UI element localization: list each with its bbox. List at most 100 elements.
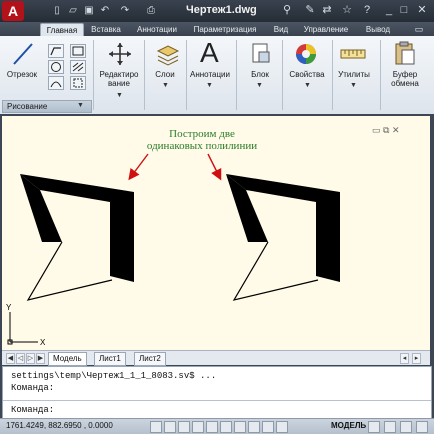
circle-tool-icon[interactable] [48, 60, 64, 74]
first-tab-icon[interactable]: ◀ [6, 353, 15, 364]
command-line[interactable]: settings\temp\Чертеж1_1_1_8083.sv$ ... К… [2, 366, 432, 420]
osnap-toggle-icon[interactable] [206, 421, 218, 433]
properties-color-wheel-icon[interactable] [294, 42, 318, 66]
line-tool-label[interactable]: Отрезок [4, 70, 40, 79]
properties-label[interactable]: Свойства [286, 70, 328, 79]
ribbon-panel: Отрезок Рисование ▼ Редактиро вание ▼ Сл… [0, 36, 434, 115]
rectangle-tool-icon[interactable] [70, 44, 86, 58]
tab-sheet2[interactable]: Лист2 [134, 352, 166, 366]
annotations-label[interactable]: Аннотации [188, 70, 232, 79]
polyline-left[interactable] [20, 174, 134, 301]
arrow-left [128, 153, 149, 181]
tab-parametric[interactable]: Параметризация [190, 23, 260, 36]
tab-view[interactable]: Вид [270, 23, 292, 36]
viewport-restore-icon[interactable]: ⧉ [383, 125, 389, 135]
boundary-tool-icon[interactable] [70, 76, 86, 90]
draw-panel-footer[interactable]: Рисование ▼ [2, 100, 92, 113]
block-icon[interactable] [250, 42, 272, 66]
drawing-canvas[interactable]: Построим две одинаковых полилинии Y X [2, 116, 430, 350]
command-divider [3, 400, 431, 401]
arc-tool-icon[interactable] [48, 76, 64, 90]
lineweight-toggle-icon[interactable] [262, 421, 274, 433]
tab-sheet1[interactable]: Лист1 [94, 352, 126, 366]
panel-separator [380, 40, 381, 110]
ucs-y-label: Y [6, 303, 12, 312]
open-icon[interactable]: ▱ [66, 4, 80, 17]
redo-icon[interactable]: ↷ [118, 4, 132, 17]
polyline-tool-icon[interactable] [48, 44, 64, 58]
polyline-right[interactable] [226, 174, 340, 301]
tab-annotate[interactable]: Аннотации [133, 23, 181, 36]
command-history-line-1: settings\temp\Чертеж1_1_1_8083.sv$ ... [11, 371, 217, 381]
tab-insert[interactable]: Вставка [88, 23, 124, 36]
close-icon[interactable]: ✕ [415, 4, 429, 17]
dyn-toggle-icon[interactable] [248, 421, 260, 433]
workspace-icon[interactable] [400, 421, 412, 433]
hatch-tool-icon[interactable] [70, 60, 86, 74]
ribbon-tabs: Главная Вставка Аннотации Параметризация… [0, 22, 434, 37]
tab-home[interactable]: Главная [40, 23, 84, 37]
star-icon[interactable]: ☆ [340, 4, 354, 17]
text-a-icon[interactable]: A [200, 38, 219, 68]
maximize-icon[interactable]: □ [397, 4, 411, 17]
scroll-left-icon[interactable]: ◂ [400, 353, 409, 364]
title-bar: A ▯ ▱ ▣ ↶ ↷ ⎙ Чертеж1.dwg ⚲ ✎ ⇄ ☆ ? _ □ … [0, 0, 434, 23]
quick-properties-toggle-icon[interactable] [276, 421, 288, 433]
layers-chevron-icon: ▼ [162, 82, 169, 89]
minimize-icon[interactable]: _ [382, 4, 396, 17]
status-menu-icon[interactable] [416, 421, 428, 433]
prev-tab-icon[interactable]: ◁ [16, 353, 25, 364]
tools-icon[interactable]: ✎ [303, 4, 317, 17]
layers-icon[interactable] [156, 42, 180, 66]
measure-icon[interactable] [340, 44, 366, 64]
layout-tabs-bar: ◀ ◁ ▷ ▶ Модель Лист1 Лист2 ◂ ▸ [2, 350, 430, 366]
app-logo-icon[interactable]: A [2, 1, 24, 21]
scroll-right-icon[interactable]: ▸ [412, 353, 421, 364]
viewport-close-icon[interactable]: ✕ [392, 125, 400, 135]
binoculars-icon[interactable]: ⚲ [280, 4, 294, 17]
save-icon[interactable]: ▣ [82, 4, 96, 17]
layers-label[interactable]: Слои [148, 70, 182, 79]
last-tab-icon[interactable]: ▶ [36, 353, 45, 364]
panel-separator [93, 40, 94, 110]
polar-toggle-icon[interactable] [192, 421, 204, 433]
chevron-down-icon: ▼ [77, 102, 84, 109]
grid-toggle-icon[interactable] [164, 421, 176, 433]
coordinates-readout: 1761.4249, 882.6950 , 0.0000 [6, 421, 113, 430]
tab-output[interactable]: Вывод [362, 23, 394, 36]
line-tool-icon[interactable] [12, 42, 34, 66]
drawing-svg: Y X [6, 153, 340, 347]
new-icon[interactable]: ▯ [50, 4, 64, 17]
modify-label[interactable]: Редактиро вание [96, 70, 142, 88]
help-icon[interactable]: ? [360, 4, 374, 17]
layout-viewport-icon[interactable] [368, 421, 380, 433]
command-prompt[interactable]: Команда: [11, 405, 54, 415]
panel-separator [282, 40, 283, 110]
move-icon[interactable] [108, 42, 132, 66]
document-title: Чертеж1.dwg [186, 4, 257, 16]
viewport-minimize-icon[interactable]: ▭ [372, 125, 381, 135]
ribbon-minimize-icon[interactable]: ▭ [410, 23, 428, 36]
command-history-line-2: Команда: [11, 383, 55, 393]
block-label[interactable]: Блок [244, 70, 276, 79]
utilities-label[interactable]: Утилиты [334, 70, 374, 79]
panel-separator [236, 40, 237, 110]
tab-manage[interactable]: Управление [298, 23, 354, 36]
panel-separator [144, 40, 145, 110]
undo-icon[interactable]: ↶ [98, 4, 112, 17]
properties-chevron-icon: ▼ [304, 82, 311, 89]
model-space-button[interactable]: МОДЕЛЬ [331, 421, 366, 430]
clipboard-label[interactable]: Буфер обмена [384, 70, 426, 88]
annotation-scale-icon[interactable] [384, 421, 396, 433]
ortho-toggle-icon[interactable] [178, 421, 190, 433]
modify-chevron-icon: ▼ [116, 92, 123, 99]
block-chevron-icon: ▼ [256, 82, 263, 89]
transfer-icon[interactable]: ⇄ [320, 4, 334, 17]
clipboard-icon[interactable] [394, 40, 416, 66]
snap-toggle-icon[interactable] [150, 421, 162, 433]
tab-model[interactable]: Модель [48, 352, 87, 366]
otrack-toggle-icon[interactable] [220, 421, 232, 433]
print-icon[interactable]: ⎙ [144, 4, 158, 17]
next-tab-icon[interactable]: ▷ [26, 353, 35, 364]
ducs-toggle-icon[interactable] [234, 421, 246, 433]
